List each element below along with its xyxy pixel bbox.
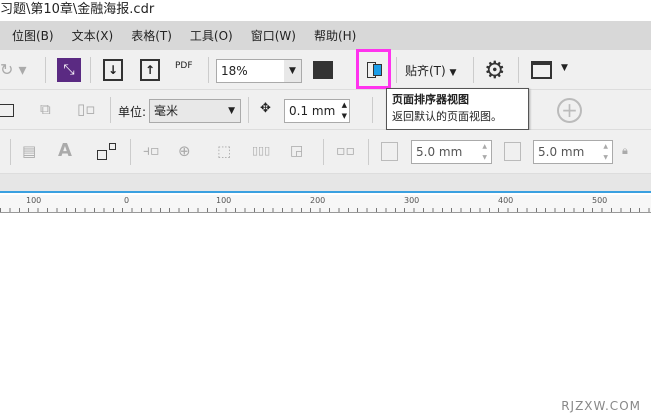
duplicate-distance-x-input[interactable]: 5.0 mm ▲ ▼: [411, 140, 492, 164]
pdf-label: PDF: [175, 61, 193, 71]
duplicate-icon[interactable]: [97, 150, 107, 160]
gear-icon[interactable]: ⚙: [484, 56, 506, 84]
page-orientation-icon[interactable]: [0, 104, 14, 117]
full-screen-icon[interactable]: [313, 61, 333, 79]
chevron-down-icon: ▼: [228, 106, 235, 116]
import-icon[interactable]: ↓: [103, 59, 123, 81]
nudge-icon: ✥: [260, 101, 271, 116]
units-select[interactable]: 毫米 ▼: [149, 99, 241, 123]
menu-tools[interactable]: 工具(O): [190, 27, 233, 44]
menu-bar: 位图(B) 文本(X) 表格(T) 工具(O) 窗口(W) 帮助(H): [0, 21, 651, 50]
lock-icon[interactable]: 🔒︎: [622, 144, 628, 158]
spinner-icon[interactable]: ▲ ▼: [603, 141, 608, 163]
spinner-icon[interactable]: ▲ ▼: [482, 141, 487, 163]
horizontal-ruler[interactable]: 100 0 100 200 300 400 500: [0, 195, 651, 213]
application-launcher-icon[interactable]: [531, 61, 552, 79]
menu-window[interactable]: 窗口(W): [251, 27, 296, 44]
menu-bitmap[interactable]: 位图(B): [12, 27, 54, 44]
tooltip-description: 返回默认的页面视图。: [392, 110, 502, 123]
nudge-value: 0.1 mm: [289, 104, 336, 118]
duplicate-y-icon: [504, 142, 521, 161]
ruler-tick-label: 200: [310, 196, 326, 205]
ruler-tick-label: 100: [26, 196, 42, 205]
duplicate-distance-y-input[interactable]: 5.0 mm ▲ ▼: [533, 140, 613, 164]
unit-label: 单位:: [118, 105, 147, 119]
corel-connect-icon[interactable]: ⤡: [57, 58, 81, 82]
duplicate-x-icon: [381, 142, 398, 161]
ruler-tick-label: 500: [592, 196, 608, 205]
export-icon[interactable]: ↑: [140, 59, 160, 81]
watermark: RJZXW.COM: [561, 399, 641, 413]
menu-text[interactable]: 文本(X): [72, 27, 114, 44]
spinner-icon[interactable]: ▲ ▼: [342, 100, 347, 122]
clone-icon[interactable]: ▫▫: [336, 143, 355, 159]
dup-x-value: 5.0 mm: [416, 145, 463, 159]
nudge-distance-input[interactable]: 0.1 mm ▲ ▼: [284, 99, 350, 123]
menu-table[interactable]: 表格(T): [131, 27, 172, 44]
tooltip: 页面排序器视图 返回默认的页面视图。: [386, 88, 529, 130]
ruler-ticks: [0, 208, 651, 212]
window-title: 习题\第10章\金融海报.cdr: [0, 0, 651, 20]
chevron-down-icon[interactable]: ▼: [284, 60, 301, 82]
standard-toolbar: ↻ ▾ ⤡ ↓ ↑ PDF 18% ▼ 贴齐(T) ▼ ⚙ ▼: [0, 49, 651, 90]
redo-icon[interactable]: ↻ ▾: [0, 60, 27, 79]
snap-label: 贴齐(T): [405, 64, 446, 78]
object-toolbar: ▤ A ⫞▫ ⊕ ⬚ ▯▯▯ ◲ ▫▫ 5.0 mm ▲ ▼ 5.0 mm ▲ ▼ 🔒︎: [0, 130, 651, 174]
add-icon[interactable]: +: [557, 98, 582, 123]
distribute-icon[interactable]: ▯▯▯: [252, 144, 270, 157]
ruler-tick-label: 100: [216, 196, 232, 205]
menu-help[interactable]: 帮助(H): [314, 27, 356, 44]
target-icon[interactable]: ⊕: [178, 142, 191, 160]
current-page-icon[interactable]: ▯▫: [77, 100, 95, 118]
bounding-box-icon[interactable]: ⬚: [217, 142, 231, 160]
document-tab-bar: [0, 174, 651, 193]
zoom-value: 18%: [221, 64, 248, 78]
scale-icon[interactable]: ◲: [290, 143, 303, 159]
artistic-text-icon[interactable]: A: [58, 140, 72, 161]
chevron-down-icon: ▼: [449, 68, 457, 78]
dup-y-value: 5.0 mm: [538, 145, 585, 159]
ruler-tick-label: 300: [404, 196, 420, 205]
chevron-down-icon[interactable]: ▼: [561, 63, 568, 73]
property-bar: ⧉ ▯▫ 单位: 毫米 ▼ ✥ 0.1 mm ▲ ▼ +: [0, 90, 651, 130]
zoom-level-combo[interactable]: 18% ▼: [216, 59, 302, 83]
drawing-canvas[interactable]: [0, 214, 651, 417]
unit-value: 毫米: [154, 104, 179, 118]
all-pages-icon[interactable]: ⧉: [40, 100, 51, 118]
paragraph-text-icon[interactable]: ▤: [22, 142, 36, 160]
tooltip-title: 页面排序器视图: [392, 93, 469, 106]
ruler-tick-label: 400: [498, 196, 514, 205]
publish-pdf-button[interactable]: PDF: [175, 61, 193, 71]
page-sorter-view-button[interactable]: [356, 49, 391, 89]
ruler-tick-label: 0: [124, 196, 130, 205]
snap-to-menu[interactable]: 贴齐(T) ▼: [405, 62, 456, 79]
align-icon[interactable]: ⫞▫: [143, 143, 160, 159]
